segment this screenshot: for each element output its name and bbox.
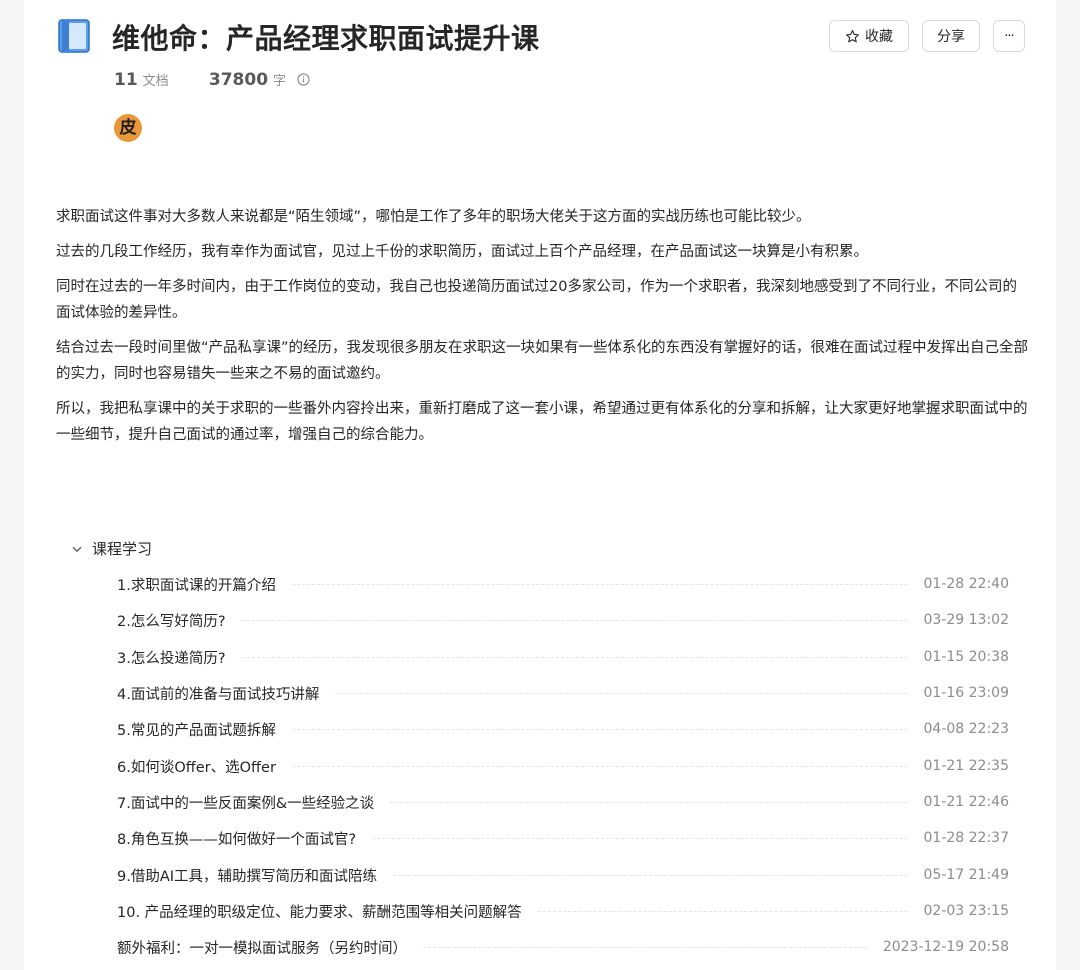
book-header: 维他命：产品经理求职面试提升课 收藏 分享 ··· 11 文档 37800 字 [24,0,1056,160]
page: 维他命：产品经理求职面试提升课 收藏 分享 ··· 11 文档 37800 字 [24,0,1056,970]
toc-item-date: 01-28 22:40 [923,576,1009,592]
toc-item[interactable]: 8.角色互换——如何做好一个面试官? 01-28 22:37 [117,820,1009,856]
description-paragraph: 同时在过去的一年多时间内，由于工作岗位的变动，我自己也投递简历面试过20多家公司… [56,279,1017,321]
favorite-button[interactable]: 收藏 [829,20,909,52]
toc-item[interactable]: 9.借助AI工具，辅助撰写简历和面试陪练 05-17 21:49 [117,857,1009,893]
toc-item-extra[interactable]: 额外福利：一对一模拟面试服务（另约时间） 2023-12-19 20:58 [117,929,1009,965]
toc-item-title: 4.面试前的准备与面试技巧讲解 [117,686,320,703]
book-description: 求职面试这件事对大多数人来说都是“陌生领域”，哪怕是工作了多年的职场大佬关于这方… [56,204,1031,457]
toc-item-date: 2023-12-19 20:58 [882,939,1009,955]
toc-leader [241,656,908,658]
more-icon: ··· [1004,28,1014,44]
book-icon [58,19,90,53]
book-stats: 11 文档 37800 字 [114,70,310,90]
toc-item-date: 01-28 22:37 [923,830,1009,846]
toc-item-title: 6.如何谈Offer、选Offer [117,759,276,776]
toc-leader [393,874,908,876]
toc-item-title: 3.怎么投递简历? [117,650,226,667]
toc-item-date: 01-15 20:38 [923,649,1009,665]
description-paragraph: 所以，我把私享课中的关于求职的一些番外内容拎出来，重新打磨成了这一套小课，希望通… [56,401,1028,443]
toc-leader [390,801,908,803]
favorite-label: 收藏 [865,29,893,45]
toc-item-title: 5.常见的产品面试题拆解 [117,722,276,739]
share-button[interactable]: 分享 [922,20,980,52]
toc-leader [537,910,908,912]
toc-item-date: 05-17 21:49 [923,867,1009,883]
toc-item-title: 2.怎么写好简历? [117,613,226,630]
star-icon [846,29,859,42]
more-options-button[interactable]: ··· [993,20,1025,52]
toc-leader [291,728,908,730]
toc-item-title: 9.借助AI工具，辅助撰写简历和面试陪练 [117,868,378,885]
toc-leader [291,765,908,767]
description-paragraph: 过去的几段工作经历，我有幸作为面试官，见过上千份的求职简历，面试过上百个产品经理… [56,244,868,260]
toc-item-date: 01-16 23:09 [923,685,1009,701]
toc-item-date: 01-21 22:46 [923,794,1009,810]
doc-count: 11 [114,70,138,90]
description-paragraph: 结合过去一段时间里做“产品私享课”的经历，我发现很多朋友在求职这一块如果有一些体… [56,340,1029,382]
word-count: 37800 [208,70,269,90]
chevron-down-icon [72,546,82,553]
toc-item-date: 01-21 22:35 [923,758,1009,774]
toc-item[interactable]: 2.怎么写好简历? 03-29 13:02 [117,602,1009,638]
toc-item-title: 额外福利：一对一模拟面试服务（另约时间） [117,940,407,957]
toc-item-title: 10. 产品经理的职级定位、能力要求、薪酬范围等相关问题解答 [117,904,522,921]
page-title: 维他命：产品经理求职面试提升课 [112,22,540,55]
toc-leader [423,946,867,948]
toc-item-date: 02-03 23:15 [923,903,1009,919]
toc-section-title: 课程学习 [92,540,153,558]
description-paragraph: 求职面试这件事对大多数人来说都是“陌生领域”，哪怕是工作了多年的职场大佬关于这方… [56,209,811,225]
toc-item[interactable]: 6.如何谈Offer、选Offer 01-21 22:35 [117,748,1009,784]
toc-leader [335,692,908,694]
toc-item[interactable]: 10. 产品经理的职级定位、能力要求、薪酬范围等相关问题解答 02-03 23:1… [117,893,1009,929]
toc-leader [241,619,908,621]
avatar[interactable]: 皮 [114,114,142,142]
toc-item[interactable]: 7.面试中的一些反面案例&一些经验之谈 01-21 22:46 [117,784,1009,820]
toc-leader [372,837,908,839]
word-unit: 字 [273,74,287,89]
toc-item[interactable]: 4.面试前的准备与面试技巧讲解 01-16 23:09 [117,675,1009,711]
toc-section-toggle[interactable]: 课程学习 [72,538,152,559]
toc-item[interactable]: 3.怎么投递简历? 01-15 20:38 [117,639,1009,675]
doc-unit: 文档 [142,74,169,89]
toc-item-date: 03-29 13:02 [923,612,1009,628]
toc-item-title: 1.求职面试课的开篇介绍 [117,577,276,594]
toc-item[interactable]: 5.常见的产品面试题拆解 04-08 22:23 [117,711,1009,747]
toc-leader [291,583,908,585]
toc-item-date: 04-08 22:23 [923,721,1009,737]
toc-item-title: 8.角色互换——如何做好一个面试官? [117,831,357,848]
toc-item-title: 7.面试中的一些反面案例&一些经验之谈 [117,795,375,812]
share-label: 分享 [937,29,965,45]
toc-item[interactable]: 1.求职面试课的开篇介绍 01-28 22:40 [117,566,1009,602]
info-icon[interactable] [297,71,310,90]
